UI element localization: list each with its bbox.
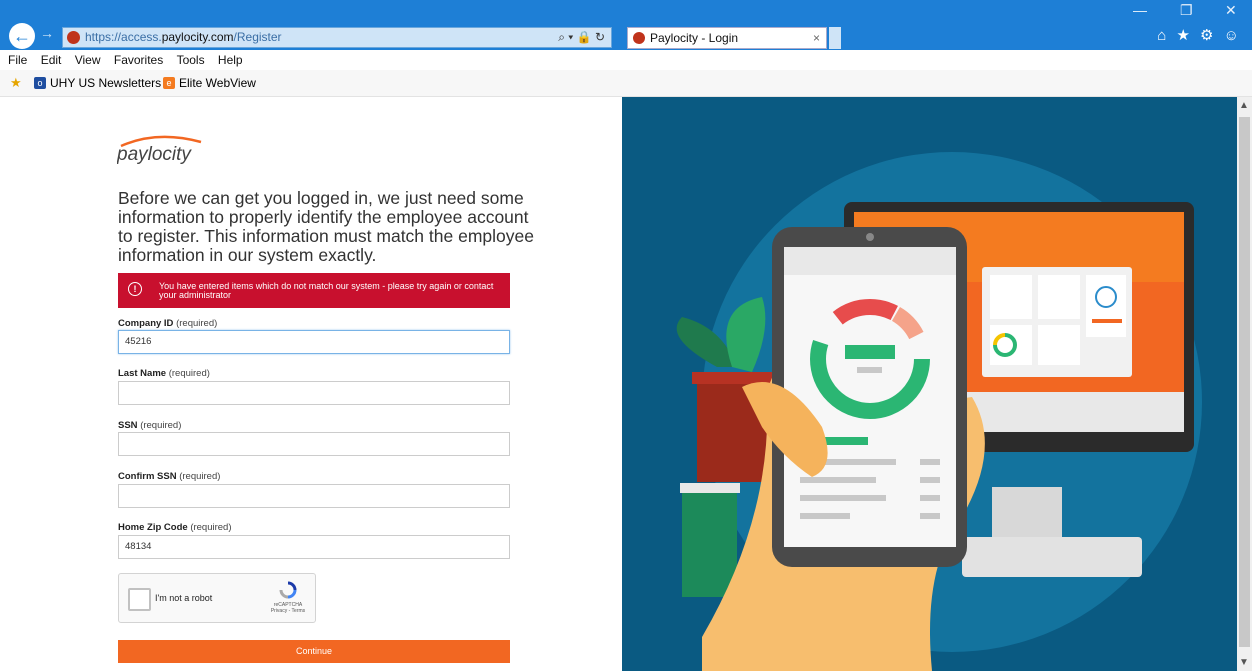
menu-edit[interactable]: Edit (41, 53, 62, 67)
recaptcha-logo-icon (279, 581, 297, 599)
url-path: /Register (233, 30, 282, 44)
page-scrollbar[interactable]: ▲ ▼ (1237, 97, 1252, 671)
alert-icon: ! (128, 282, 142, 296)
new-tab-button[interactable] (829, 27, 841, 49)
svg-text:paylocity: paylocity (117, 144, 192, 165)
forward-arrow-icon[interactable]: → (40, 25, 54, 41)
menu-tools[interactable]: Tools (177, 53, 205, 67)
recaptcha-links[interactable]: Privacy - Terms (271, 608, 305, 614)
tab-title: Paylocity - Login (650, 31, 739, 45)
close-window-icon[interactable]: ✕ (1225, 2, 1237, 19)
home-favorites-settings-icons[interactable]: ⌂ ★ ⚙ ☺ (1157, 26, 1242, 44)
company-id-input[interactable]: 45216 (118, 330, 510, 354)
confirm-ssn-input[interactable] (118, 484, 510, 508)
restore-icon[interactable]: ❐ (1180, 2, 1193, 19)
last-name-input[interactable] (118, 381, 510, 405)
illustration-panel (622, 97, 1237, 671)
scrollbar-thumb[interactable] (1239, 117, 1250, 647)
add-favorites-star-icon[interactable]: ★ (10, 75, 22, 91)
company-id-label: Company ID (required) (118, 318, 218, 329)
error-banner: ! You have entered items which do not ma… (118, 273, 510, 308)
error-message: You have entered items which do not matc… (159, 281, 494, 300)
favorite-link-elite[interactable]: Elite WebView (179, 76, 256, 90)
scroll-down-icon[interactable]: ▼ (1239, 657, 1249, 668)
menu-help[interactable]: Help (218, 53, 243, 67)
menu-favorites[interactable]: Favorites (114, 53, 163, 67)
menu-bar: File Edit View Favorites Tools Help (0, 50, 1252, 70)
url-prefix: https://access. (85, 30, 162, 44)
url-domain: paylocity.com (161, 30, 234, 44)
tab-close-icon[interactable]: × (813, 28, 820, 48)
menu-file[interactable]: File (8, 53, 27, 67)
intro-text: Before we can get you logged in, we just… (118, 188, 534, 265)
back-arrow-icon[interactable]: ← (9, 23, 35, 49)
browser-tab[interactable]: Paylocity - Login × (627, 27, 827, 49)
zip-code-label: Home Zip Code (required) (118, 522, 232, 533)
address-bar[interactable]: https://access.paylocity.com/Register ⌕ … (62, 27, 612, 48)
registration-panel: paylocity Before we can get you logged i… (0, 97, 622, 671)
ssn-label: SSN (required) (118, 420, 182, 431)
menu-view[interactable]: View (75, 53, 101, 67)
paylocity-logo: paylocity (116, 132, 237, 172)
recaptcha-brand: reCAPTCHA Privacy - Terms (270, 602, 306, 614)
address-url[interactable]: https://access.paylocity.com/Register (85, 28, 282, 47)
tab-favicon-icon (633, 32, 645, 44)
recaptcha-label: I'm not a robot (155, 593, 213, 603)
last-name-label: Last Name (required) (118, 368, 210, 379)
confirm-ssn-label: Confirm SSN (required) (118, 471, 221, 482)
favorite-link-uhy[interactable]: UHY US Newsletters (50, 76, 161, 90)
scroll-up-icon[interactable]: ▲ (1239, 100, 1249, 111)
continue-button[interactable]: Continue (118, 640, 510, 663)
phone-dashboard-illustration (676, 152, 1202, 671)
zip-code-input[interactable]: 48134 (118, 535, 510, 559)
favorites-bar: ★ o UHY US Newsletters e Elite WebView (0, 70, 1252, 97)
recaptcha-widget: I'm not a robot reCAPTCHA Privacy - Terms (118, 573, 316, 623)
ssn-input[interactable] (118, 432, 510, 456)
site-favicon-icon (67, 31, 80, 44)
minimize-icon[interactable]: — (1133, 2, 1147, 18)
o-icon: o (34, 77, 46, 89)
recaptcha-checkbox[interactable] (128, 588, 151, 611)
browser-titlebar: ← → https://access.paylocity.com/Registe… (0, 0, 1252, 50)
e-icon: e (163, 77, 175, 89)
address-tools-icons[interactable]: ⌕ ▾ 🔒 ↻ (558, 28, 605, 47)
